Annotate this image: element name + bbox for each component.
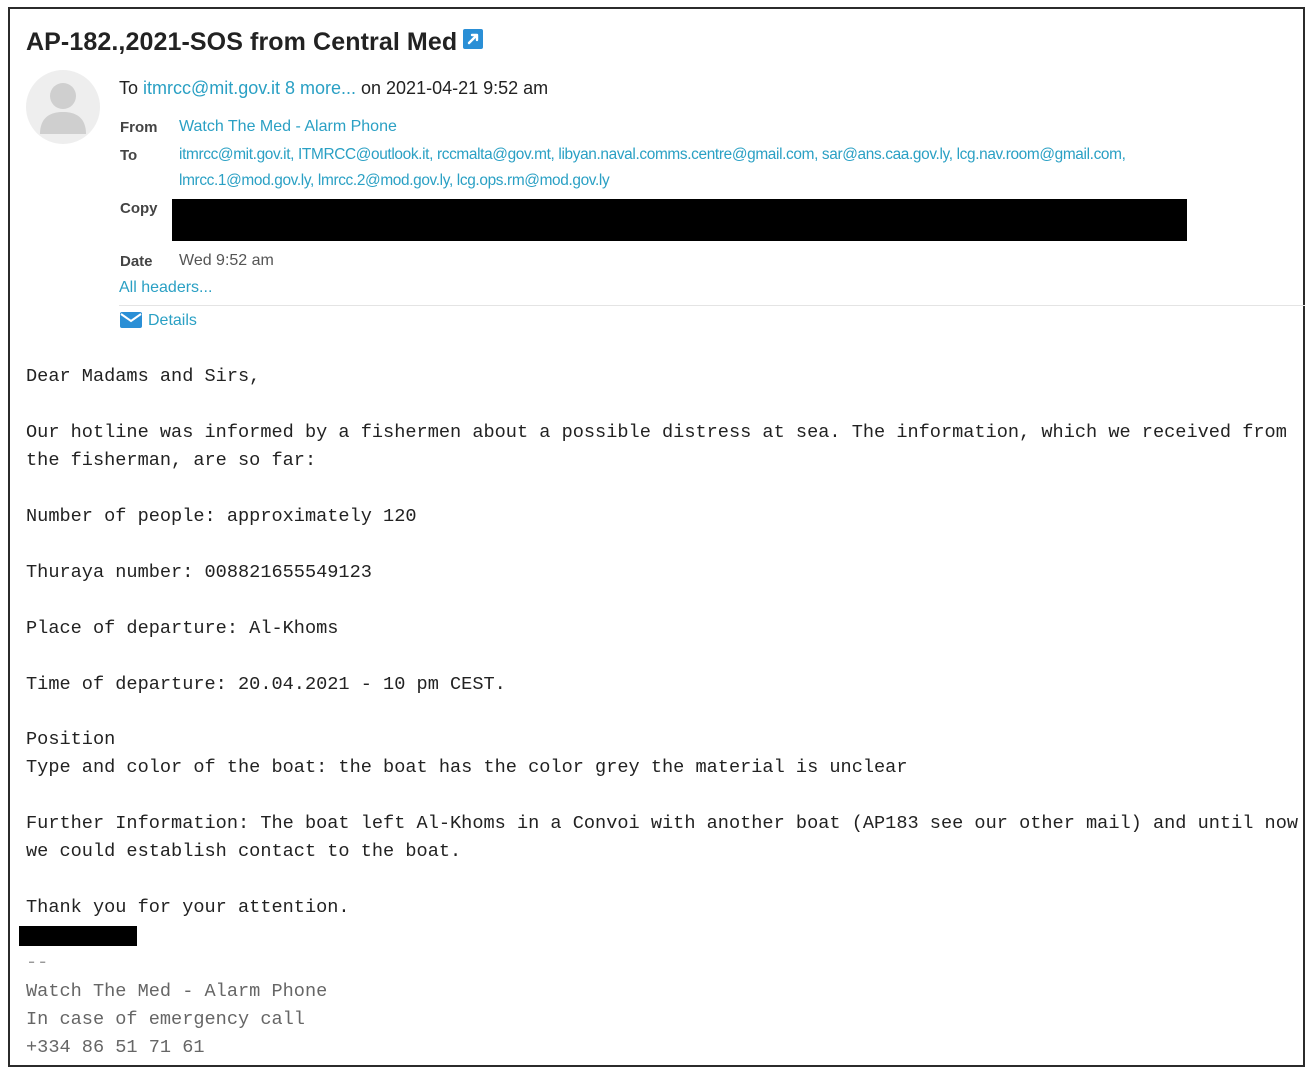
to-recipients-line-1[interactable]: itmrcc@mit.gov.it, ITMRCC@outlook.it, rc… [179, 146, 1126, 164]
intro-line-2: the fisherman, are so far: [26, 450, 317, 471]
envelope-icon [120, 311, 142, 328]
position-text: Position [26, 729, 116, 750]
subject-text: AP-182.,2021-SOS from Central Med [26, 28, 458, 56]
header-divider [119, 305, 1305, 306]
from-label: From [120, 119, 158, 136]
thanks-text: Thank you for your attention. [26, 897, 350, 918]
summary-date: on 2021-04-21 9:52 am [361, 78, 549, 98]
user-avatar-icon [26, 70, 100, 144]
further-info-line-2: we could establish contact to the boat. [26, 841, 462, 862]
signature-phone: +334 86 51 71 61 [26, 1037, 205, 1058]
external-link-icon[interactable] [463, 27, 484, 56]
sender-name-redaction [19, 926, 137, 946]
signature-separator: -- [26, 952, 49, 973]
copy-label: Copy [120, 200, 158, 217]
details-label: Details [148, 312, 197, 329]
recipients-more-link[interactable]: itmrcc@mit.gov.it 8 more... [143, 78, 356, 98]
signature-emergency: In case of emergency call [26, 1009, 305, 1030]
people-count-text: Number of people: approximately 120 [26, 506, 417, 527]
to-recipients-line-2[interactable]: lmrcc.1@mod.gov.ly, lmrcc.2@mod.gov.ly, … [179, 172, 610, 190]
to-label: To [120, 147, 138, 164]
intro-line-1: Our hotline was informed by a fishermen … [26, 422, 1287, 443]
date-label: Date [120, 253, 153, 270]
copy-redaction [172, 199, 1187, 241]
date-value: Wed 9:52 am [179, 252, 274, 269]
signature-org: Watch The Med - Alarm Phone [26, 981, 328, 1002]
summary-prefix: To [119, 78, 139, 98]
details-link[interactable]: Details [120, 311, 197, 330]
greeting-text: Dear Madams and Sirs, [26, 366, 261, 387]
departure-place-text: Place of departure: Al-Khoms [26, 618, 339, 639]
email-subject: AP-182.,2021-SOS from Central Med [26, 27, 484, 57]
further-info-line-1: Further Information: The boat left Al-Kh… [26, 813, 1299, 834]
departure-time-text: Time of departure: 20.04.2021 - 10 pm CE… [26, 674, 506, 695]
recipient-summary: To itmrcc@mit.gov.it 8 more... on 2021-0… [119, 78, 548, 99]
from-value-link[interactable]: Watch The Med - Alarm Phone [179, 118, 397, 136]
thuraya-number-text: Thuraya number: 008821655549123 [26, 562, 372, 583]
boat-type-text: Type and color of the boat: the boat has… [26, 757, 908, 778]
all-headers-link[interactable]: All headers... [119, 279, 212, 297]
